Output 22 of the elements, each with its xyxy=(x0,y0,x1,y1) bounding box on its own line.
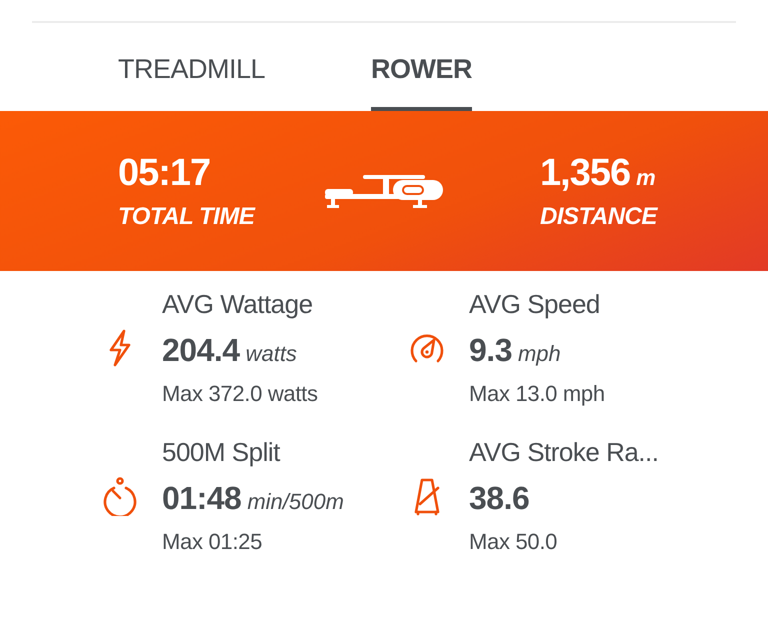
metric-value: 38.6 xyxy=(469,480,530,517)
metric-max: Max 372.0 watts xyxy=(162,381,318,407)
metric-value: 204.4 xyxy=(162,332,240,369)
rowing-machine-icon xyxy=(323,172,445,210)
distance-label: DISTANCE xyxy=(540,202,657,230)
metric-value: 9.3 xyxy=(469,332,512,369)
distance-value: 1,356 xyxy=(540,152,630,194)
metric-value: 01:48 xyxy=(162,480,242,517)
metric-title: AVG Wattage xyxy=(162,289,314,320)
metric-unit: watts xyxy=(246,341,297,367)
metric-unit: mph xyxy=(518,341,561,367)
metric-max: Max 13.0 mph xyxy=(469,381,605,407)
total-time-value: 05:17 xyxy=(118,152,212,194)
metric-title: 500M Split xyxy=(162,437,282,468)
total-time-label: TOTAL TIME xyxy=(118,202,256,230)
metric-title: AVG Stroke Ra... xyxy=(469,437,658,468)
metric-unit: min/500m xyxy=(247,489,344,515)
metric-max: Max 50.0 xyxy=(469,529,558,555)
tab[interactable]: TREADMILL xyxy=(118,54,266,111)
metric-title: AVG Speed xyxy=(469,289,601,320)
distance-unit: m xyxy=(636,164,655,190)
metric-max: Max 01:25 xyxy=(162,529,264,555)
